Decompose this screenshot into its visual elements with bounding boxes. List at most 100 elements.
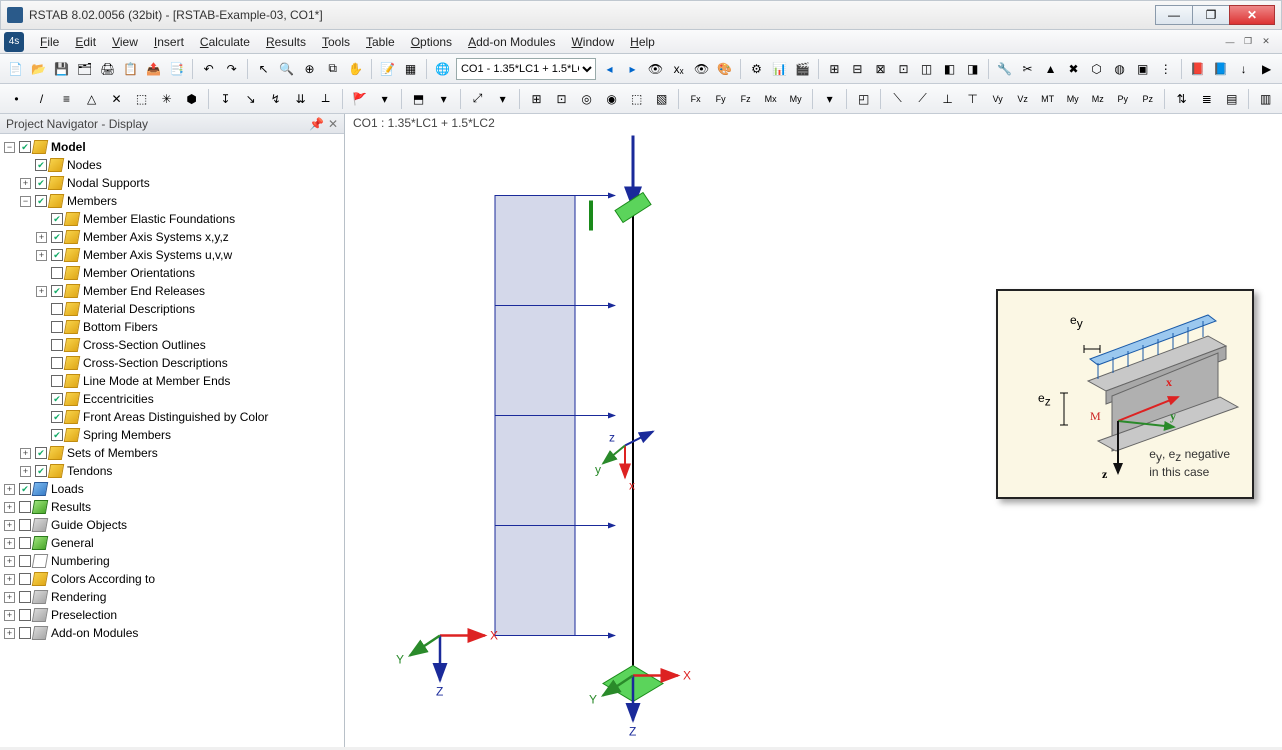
undo-icon[interactable]: ↶ (199, 58, 218, 80)
tt11-icon[interactable]: ↯ (265, 88, 286, 110)
checkbox[interactable] (19, 591, 31, 603)
pan-icon[interactable]: ✋ (346, 58, 365, 80)
tree-bfib[interactable]: Bottom Fibers (81, 318, 158, 336)
t-f-icon[interactable]: ◍ (1110, 58, 1129, 80)
checkbox[interactable] (19, 501, 31, 513)
t-h-icon[interactable]: ⋮ (1156, 58, 1175, 80)
nav-close-icon[interactable]: ✕ (328, 117, 338, 131)
expand-icon[interactable]: + (4, 574, 15, 585)
fx-icon[interactable]: Fx (685, 88, 706, 110)
t-g-icon[interactable]: ▣ (1133, 58, 1152, 80)
next-icon[interactable]: ▸ (623, 58, 642, 80)
tree-ecc[interactable]: Eccentricities (81, 390, 154, 408)
tree-tendons[interactable]: Tendons (65, 462, 112, 480)
new-icon[interactable]: 📄 (6, 58, 25, 80)
loadcase-select[interactable]: CO1 - 1.35*LC1 + 1.5*LC2 (456, 58, 596, 80)
e3-icon[interactable]: ▤ (1221, 88, 1242, 110)
checkbox[interactable] (19, 555, 31, 567)
tree-mendrel[interactable]: Member End Releases (81, 282, 205, 300)
fz-icon[interactable]: Fz (735, 88, 756, 110)
render-icon[interactable]: 🎨 (715, 58, 734, 80)
menu-tools[interactable]: Tools (314, 32, 358, 52)
menu-view[interactable]: View (104, 32, 146, 52)
tt17-icon[interactable]: ▾ (433, 88, 454, 110)
checkbox[interactable] (35, 465, 47, 477)
checkbox[interactable] (51, 267, 63, 279)
e1-icon[interactable]: ⇅ (1171, 88, 1192, 110)
v4-icon[interactable]: ◉ (601, 88, 622, 110)
menu-edit[interactable]: Edit (67, 32, 104, 52)
export-icon[interactable]: 📤 (144, 58, 163, 80)
tree-presel[interactable]: Preselection (49, 606, 117, 624)
tree-nodal-supports[interactable]: Nodal Supports (65, 174, 150, 192)
expand-icon[interactable]: + (36, 286, 47, 297)
checkbox[interactable] (51, 321, 63, 333)
c1-icon[interactable]: ◰ (853, 88, 874, 110)
tree-fadc[interactable]: Front Areas Distinguished by Color (81, 408, 268, 426)
tree-lmme[interactable]: Line Mode at Member Ends (81, 372, 230, 390)
checkbox[interactable] (51, 357, 63, 369)
menu-window[interactable]: Window (563, 32, 622, 52)
checkbox[interactable] (35, 447, 47, 459)
expand-icon[interactable]: + (4, 484, 15, 495)
mdi-restore-icon[interactable]: ❐ (1240, 35, 1256, 49)
globe-icon[interactable]: 🌐 (433, 58, 452, 80)
tree-morient[interactable]: Member Orientations (81, 264, 195, 282)
mz-icon[interactable]: Mz (1087, 88, 1108, 110)
mx-icon[interactable]: Mx (760, 88, 781, 110)
tt12-icon[interactable]: ⇊ (290, 88, 311, 110)
e4-icon[interactable]: ▥ (1255, 88, 1276, 110)
navigator-tree[interactable]: −Model Nodes +Nodal Supports −Members Me… (0, 134, 344, 747)
prev-icon[interactable]: ◂ (600, 58, 619, 80)
menu-insert[interactable]: Insert (146, 32, 192, 52)
v6-icon[interactable]: ▧ (651, 88, 672, 110)
model-viewport[interactable]: CO1 : 1.35*LC1 + 1.5*LC2 (345, 114, 1282, 747)
v3-icon[interactable]: ◎ (576, 88, 597, 110)
tt3-icon[interactable]: ≡ (56, 88, 77, 110)
visibility-icon[interactable]: 👁 (646, 58, 665, 80)
vz-icon[interactable]: Vz (1012, 88, 1033, 110)
d3-icon[interactable]: ⊥ (937, 88, 958, 110)
expand-icon[interactable]: + (20, 466, 31, 477)
tree-numbering[interactable]: Numbering (49, 552, 110, 570)
expand-icon[interactable]: + (4, 520, 15, 531)
grid4-icon[interactable]: ⊡ (894, 58, 913, 80)
tree-som[interactable]: Sets of Members (65, 444, 158, 462)
mod3-icon[interactable]: ◨ (963, 58, 982, 80)
grid1-icon[interactable]: ⊞ (825, 58, 844, 80)
xyz-icon[interactable]: xₓ (669, 58, 688, 80)
checkbox[interactable] (51, 213, 63, 225)
checkbox[interactable] (35, 177, 47, 189)
tt9-icon[interactable]: ↧ (215, 88, 236, 110)
t-b-icon[interactable]: ✂ (1018, 58, 1037, 80)
select-icon[interactable]: ↖ (254, 58, 273, 80)
expand-icon[interactable]: + (4, 592, 15, 603)
t-d-icon[interactable]: ✖ (1064, 58, 1083, 80)
tree-csout[interactable]: Cross-Section Outlines (81, 336, 206, 354)
checkbox[interactable] (51, 285, 63, 297)
pz-icon[interactable]: Pz (1137, 88, 1158, 110)
t-c-icon[interactable]: ▲ (1041, 58, 1060, 80)
open-icon[interactable]: 📂 (29, 58, 48, 80)
checkbox[interactable] (35, 159, 47, 171)
checkbox[interactable] (51, 375, 63, 387)
tree-spring[interactable]: Spring Members (81, 426, 171, 444)
grid2-icon[interactable]: ⊟ (848, 58, 867, 80)
tt4-icon[interactable]: △ (81, 88, 102, 110)
mdi-minimize-icon[interactable]: — (1222, 35, 1238, 49)
mdi-close-icon[interactable]: ✕ (1258, 35, 1274, 49)
checkbox[interactable] (51, 411, 63, 423)
redo-icon[interactable]: ↷ (222, 58, 241, 80)
minimize-button[interactable]: — (1155, 5, 1193, 25)
tree-maxyz[interactable]: Member Axis Systems x,y,z (81, 228, 229, 246)
notes-icon[interactable]: 📝 (378, 58, 397, 80)
vy-icon[interactable]: Vy (987, 88, 1008, 110)
checkbox[interactable] (35, 195, 47, 207)
menu-addon[interactable]: Add-on Modules (460, 32, 563, 52)
fy-icon[interactable]: Fy (710, 88, 731, 110)
checkbox[interactable] (19, 609, 31, 621)
tree-members[interactable]: Members (65, 192, 117, 210)
menu-file[interactable]: File (32, 32, 67, 52)
eye-icon[interactable]: 👁 (692, 58, 711, 80)
checkbox[interactable] (19, 573, 31, 585)
